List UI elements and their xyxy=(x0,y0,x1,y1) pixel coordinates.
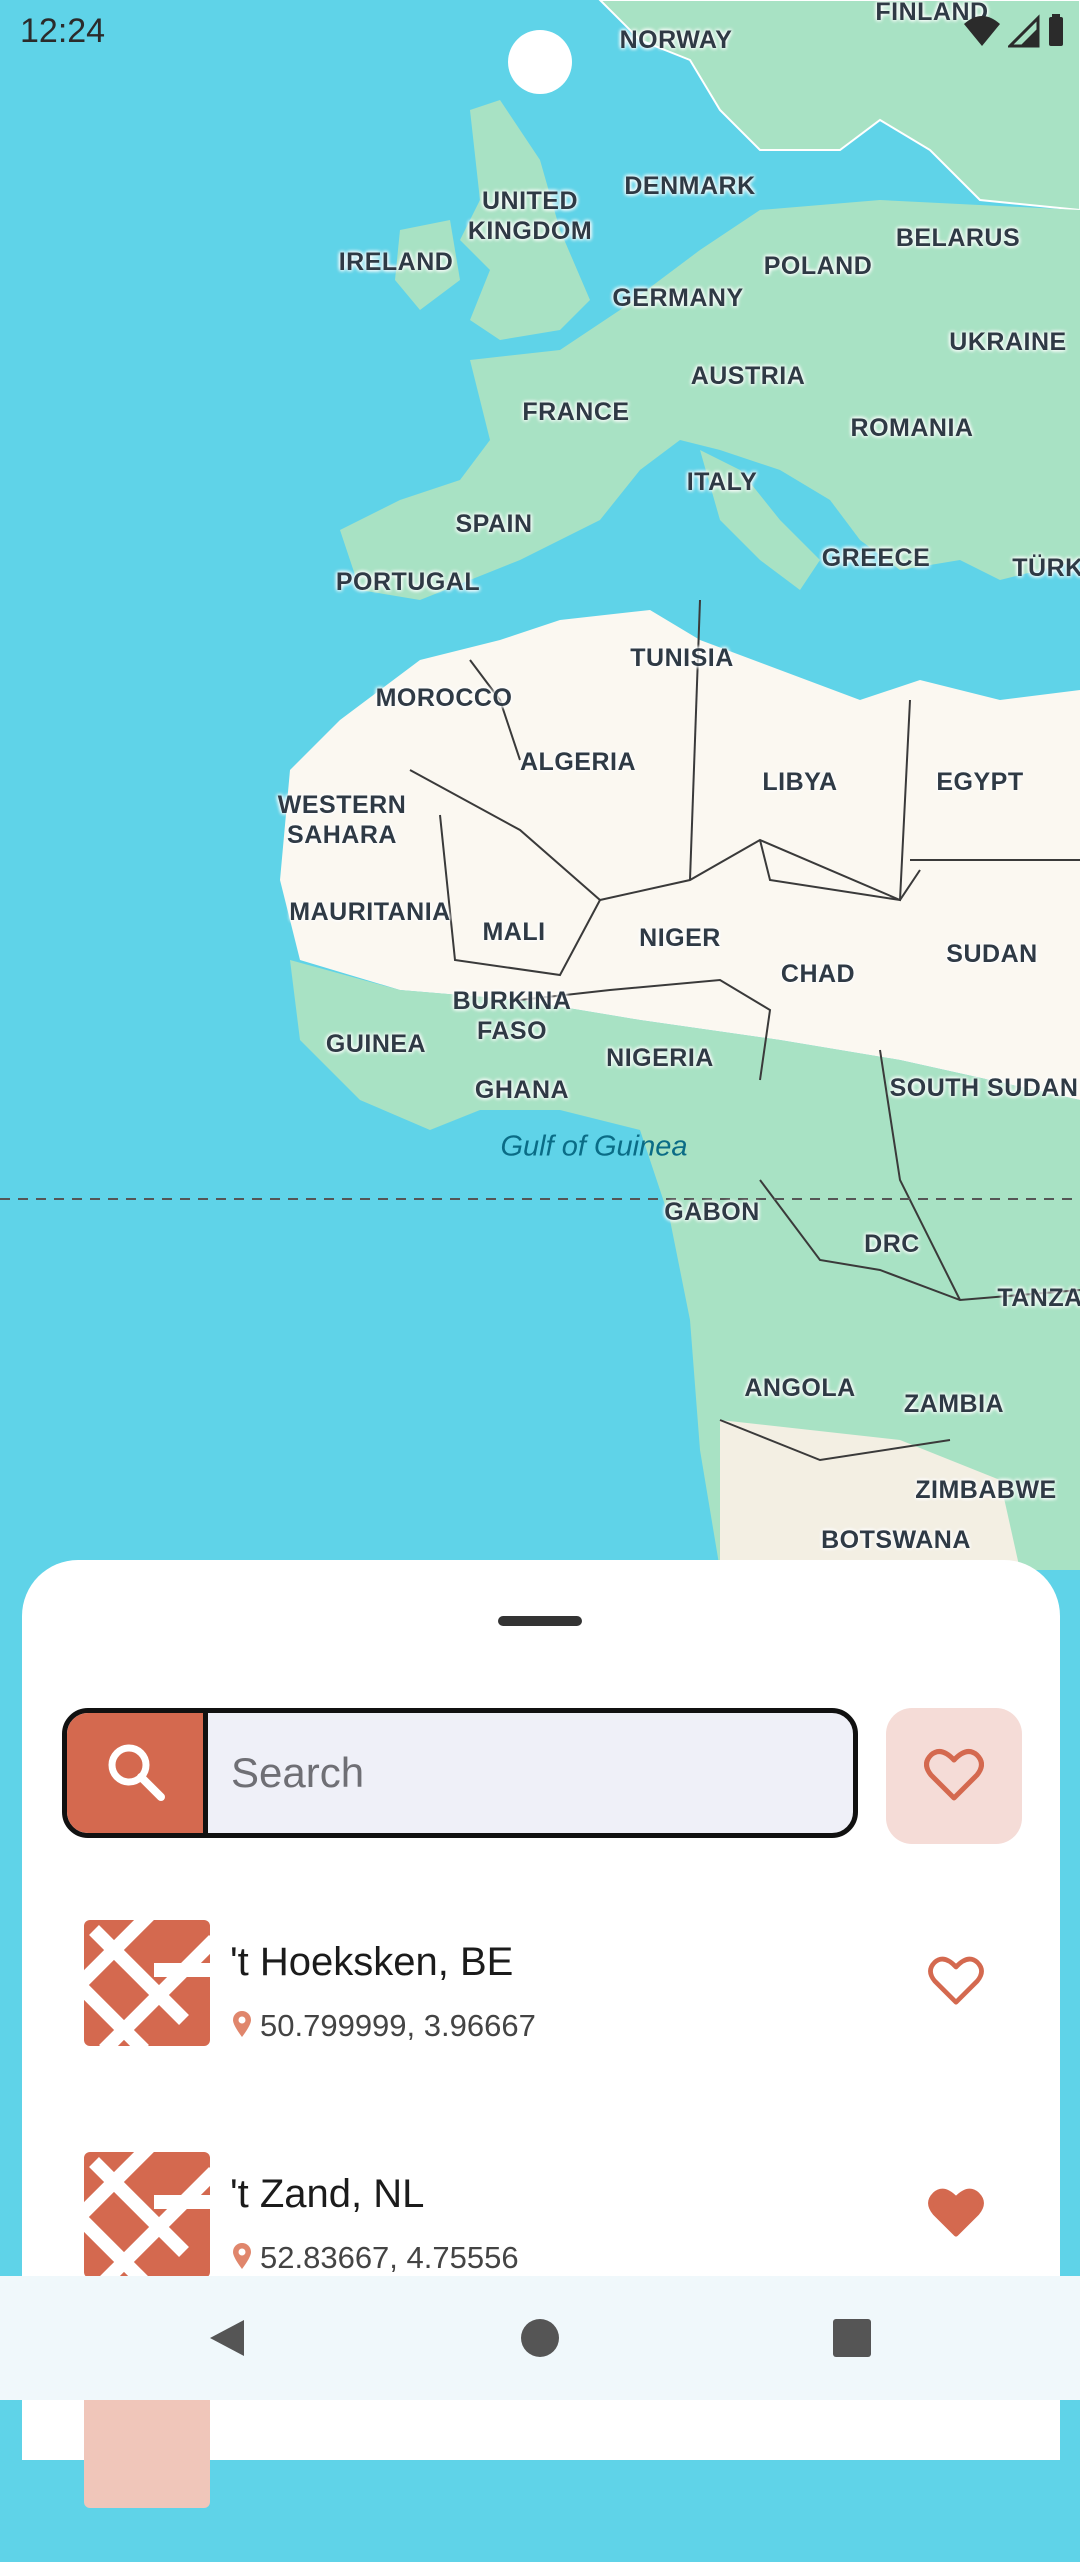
heart-filled-icon xyxy=(928,2186,984,2243)
signal-icon xyxy=(1006,14,1040,53)
map-label-morocco: MOROCCO xyxy=(375,684,513,712)
map-label-tunisia: TUNISIA xyxy=(630,644,734,672)
map-label-portugal: PORTUGAL xyxy=(335,568,481,596)
map-label-guinea: GUINEA xyxy=(325,1030,427,1058)
favorites-button[interactable] xyxy=(886,1708,1022,1844)
place-thumbnail xyxy=(84,2382,210,2508)
nav-home-button[interactable] xyxy=(512,2312,568,2368)
map-label-south-sudan: SOUTH SUDAN xyxy=(889,1074,1079,1102)
search-icon xyxy=(103,1739,167,1808)
map-label-gulf-of-guinea: Gulf of Guinea xyxy=(500,1130,688,1163)
place-thumbnail xyxy=(84,2152,210,2278)
battery-icon xyxy=(1046,14,1066,53)
nav-recents-button[interactable] xyxy=(824,2312,880,2368)
map-label-france: FRANCE xyxy=(522,398,630,426)
map-label-zambia: ZAMBIA xyxy=(903,1390,1005,1418)
home-circle-icon xyxy=(518,2316,562,2365)
map-label-austria: AUSTRIA xyxy=(690,362,806,390)
favorite-toggle[interactable] xyxy=(912,1938,1000,2026)
map-label-ireland: IRELAND xyxy=(338,248,454,276)
map-label-libya: LIBYA xyxy=(762,768,838,796)
place-name: 't Zand, NL xyxy=(230,2172,425,2216)
place-coords-text: 50.799999, 3.96667 xyxy=(260,2008,536,2043)
map-label-poland: POLAND xyxy=(763,252,873,280)
status-bar: 12:24 xyxy=(0,0,1080,94)
map-label-botswana: BOTSWANA xyxy=(821,1526,971,1554)
map-label-ghana: GHANA xyxy=(474,1076,570,1104)
map-label-united-kingdom: UNITED KINGDOM xyxy=(467,187,593,245)
map-label-germany: GERMANY xyxy=(612,284,744,312)
search-button[interactable] xyxy=(67,1713,208,1833)
map-label-drc: DRC xyxy=(864,1230,920,1258)
place-coords-text: 52.83667, 4.75556 xyxy=(260,2240,519,2275)
status-time: 12:24 xyxy=(20,12,106,50)
map-label-greece: GREECE xyxy=(821,544,931,572)
map-label-egypt: EGYPT xyxy=(936,768,1024,796)
map-label-western-sahara: WESTERN SAHARA xyxy=(277,791,407,849)
map-label-zimbabwe: ZIMBABWE xyxy=(915,1476,1057,1504)
map-label-turkey: TÜRK xyxy=(1012,554,1080,582)
map-label-nigeria: NIGERIA xyxy=(606,1044,714,1072)
map-label-mauritania: MAURITANIA xyxy=(289,898,451,926)
search-bar[interactable] xyxy=(62,1708,858,1838)
sheet-drag-handle[interactable] xyxy=(498,1616,582,1626)
heart-outline-icon xyxy=(928,1954,984,2011)
wifi-icon xyxy=(962,14,1002,53)
map-label-romania: ROMANIA xyxy=(850,414,974,442)
map-label-chad: CHAD xyxy=(780,960,856,988)
heart-outline-icon xyxy=(924,1746,984,1807)
place-name: 't Hoeksken, BE xyxy=(230,1940,514,1984)
map-label-belarus: BELARUS xyxy=(895,224,1021,252)
map-label-burkina-faso: BURKINA FASO xyxy=(452,987,572,1045)
system-nav-bar xyxy=(0,2276,1080,2400)
map-label-italy: ITALY xyxy=(686,468,758,496)
map-label-spain: SPAIN xyxy=(455,510,533,538)
map-label-niger: NIGER xyxy=(639,924,721,952)
place-coordinates: 50.799999, 3.96667 xyxy=(232,2008,536,2044)
place-coordinates: 52.83667, 4.75556 xyxy=(232,2240,519,2276)
status-icons xyxy=(962,14,1066,53)
search-input[interactable] xyxy=(209,1713,849,1833)
map-label-gabon: GABON xyxy=(664,1198,760,1226)
back-triangle-icon xyxy=(204,2316,248,2365)
camera-cutout xyxy=(508,30,572,94)
map-label-angola: ANGOLA xyxy=(744,1374,856,1402)
nav-back-button[interactable] xyxy=(198,2312,254,2368)
place-thumbnail xyxy=(84,1920,210,2046)
place-list-item[interactable] xyxy=(22,2382,1060,2562)
map-label-mali: MALI xyxy=(482,918,546,946)
favorite-toggle[interactable] xyxy=(912,2170,1000,2258)
map-label-tanzania: TANZA xyxy=(997,1284,1080,1312)
location-pin-icon xyxy=(232,2242,252,2275)
recents-square-icon xyxy=(830,2316,874,2365)
map-label-denmark: DENMARK xyxy=(624,172,756,200)
map-label-algeria: ALGERIA xyxy=(520,748,636,776)
place-list-item[interactable]: 't Hoeksken, BE 50.799999, 3.96667 xyxy=(22,1920,1060,2100)
map-label-sudan: SUDAN xyxy=(946,940,1038,968)
location-pin-icon xyxy=(232,2010,252,2043)
map-label-ukraine: UKRAINE xyxy=(949,328,1067,356)
